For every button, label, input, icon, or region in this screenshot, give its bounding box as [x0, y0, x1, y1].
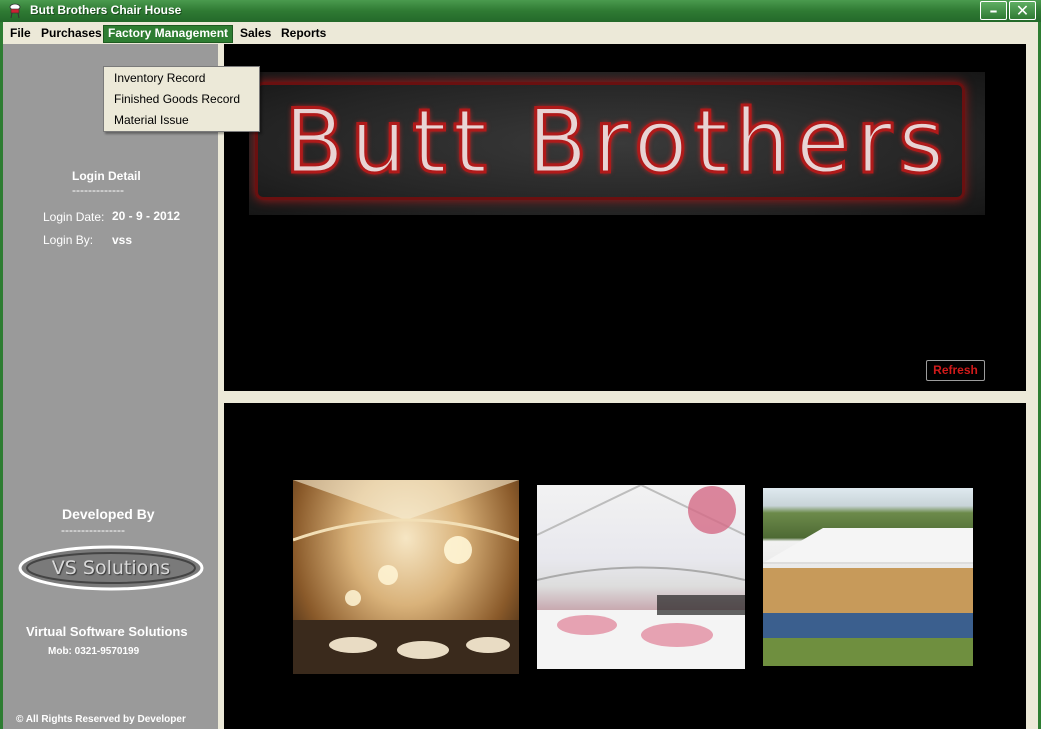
client-area: File Purchases Factory Management Sales …: [3, 22, 1038, 729]
wedding-scene-graphic: [537, 485, 745, 669]
developed-by-heading: Developed By: [62, 506, 155, 522]
outdoor-tent-photo: [763, 488, 973, 666]
minimize-button[interactable]: –: [980, 1, 1007, 20]
menu-item-finished-goods-record[interactable]: Finished Goods Record: [114, 92, 240, 106]
window-title: Butt Brothers Chair House: [30, 3, 182, 17]
gallery-panel: [224, 403, 1026, 729]
developer-logo-text: VS Solutions: [51, 557, 171, 579]
wedding-tent-photo: [537, 485, 745, 669]
developer-company-name: Virtual Software Solutions: [26, 624, 188, 639]
title-bar[interactable]: Butt Brothers Chair House – ✕: [0, 0, 1041, 22]
app-window: Butt Brothers Chair House – ✕ File Purch…: [0, 0, 1041, 729]
sidebar: Login Detail ------------- Login Date: 2…: [3, 44, 218, 729]
factory-management-dropdown: Inventory Record Finished Goods Record M…: [103, 66, 260, 132]
menu-item-inventory-record[interactable]: Inventory Record: [114, 71, 205, 85]
login-date-value: 20 - 9 - 2012: [112, 209, 181, 223]
login-by-label: Login By:: [43, 233, 94, 247]
company-logo-banner: Butt Brothers: [249, 72, 985, 215]
developed-divider: ----------------: [61, 523, 125, 537]
banner-panel: Butt Brothers Refresh: [224, 44, 1026, 391]
menu-reports[interactable]: Reports: [277, 25, 330, 43]
refresh-button[interactable]: Refresh: [926, 360, 985, 381]
chair-app-icon: [9, 3, 21, 19]
menu-factory-management[interactable]: Factory Management: [103, 25, 234, 43]
login-divider: -------------: [72, 183, 124, 197]
login-date-label: Login Date:: [43, 210, 105, 224]
outdoor-tent-graphic: [763, 528, 973, 666]
menu-file[interactable]: File: [6, 25, 35, 43]
copyright-notice: © All Rights Reserved by Developer: [16, 714, 186, 725]
minimize-icon: –: [989, 1, 998, 20]
menu-purchases[interactable]: Purchases: [37, 25, 106, 43]
menu-bar: File Purchases Factory Management Sales …: [3, 22, 1038, 44]
close-button[interactable]: ✕: [1009, 1, 1036, 20]
menu-item-material-issue[interactable]: Material Issue: [114, 113, 189, 127]
tent-interior-photo: [293, 480, 519, 674]
company-logo-text: Butt Brothers: [282, 89, 951, 195]
developer-logo: VS Solutions: [17, 544, 205, 592]
developer-mobile: Mob: 0321-9570199: [48, 646, 140, 657]
menu-sales[interactable]: Sales: [236, 25, 275, 43]
close-icon: ✕: [1015, 1, 1030, 20]
login-detail-heading: Login Detail: [72, 169, 141, 183]
chandelier-scene-graphic: [293, 480, 519, 674]
login-by-value: vss: [112, 233, 133, 247]
